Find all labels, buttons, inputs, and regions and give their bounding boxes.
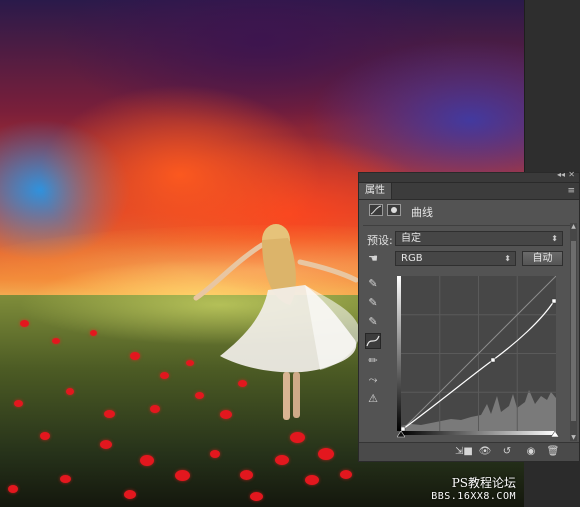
panel-scrollbar[interactable]: ▲ ▼: [570, 223, 577, 441]
curve-point: [490, 357, 496, 363]
black-point-slider[interactable]: [397, 431, 405, 438]
collapse-icon[interactable]: ◂◂: [557, 170, 565, 179]
visibility-eye-icon[interactable]: ◉: [523, 445, 539, 459]
input-gradient-bar: [401, 431, 556, 435]
panel-tab-bar: 属性 ≡: [359, 183, 579, 200]
panel-title-strip[interactable]: ◂◂ ✕: [359, 170, 579, 183]
reset-icon[interactable]: ↺: [499, 445, 515, 459]
workspace-background: [524, 0, 580, 172]
preset-select[interactable]: 自定 ⬍: [395, 231, 563, 246]
channel-value: RGB: [401, 253, 423, 264]
layer-mask-icon[interactable]: [387, 204, 401, 216]
scroll-up-icon[interactable]: ▲: [570, 223, 577, 230]
curve-grid[interactable]: [400, 275, 557, 432]
curves-adjustment-icon[interactable]: [369, 204, 383, 216]
chevron-updown-icon: ⬍: [504, 254, 511, 263]
on-image-adjust-hand-icon[interactable]: ☚: [365, 251, 381, 267]
preset-label: 预设:: [367, 234, 393, 247]
divider: [363, 225, 575, 226]
pencil-draw-icon[interactable]: ✏: [365, 353, 381, 369]
clipping-warning-icon[interactable]: ⚠: [365, 391, 381, 407]
panel-menu-icon[interactable]: ≡: [567, 186, 575, 196]
watermark: PS教程论坛 BBS.16XX8.COM: [431, 477, 516, 503]
edit-points-curve-icon[interactable]: [365, 333, 381, 349]
white-point-slider[interactable]: [551, 431, 559, 438]
preset-value: 自定: [401, 233, 421, 244]
channel-select[interactable]: RGB ⬍: [395, 251, 516, 266]
properties-panel: ◂◂ ✕ 属性 ≡ 曲线 预设: 自定 ⬍ ☚ RGB ⬍ 自动 ✎ ✎ ✎ ✏…: [358, 170, 580, 462]
trash-icon[interactable]: 🗑: [545, 445, 561, 459]
scroll-down-icon[interactable]: ▼: [570, 434, 577, 441]
eyedropper-white-icon[interactable]: ✎: [365, 314, 381, 330]
adjustment-header: 曲线: [359, 200, 579, 222]
scrollbar-thumb[interactable]: [571, 241, 576, 421]
auto-button[interactable]: 自动: [522, 251, 563, 266]
curve-graph[interactable]: [397, 275, 559, 438]
curve-plot: [400, 275, 557, 432]
watermark-line1: PS教程论坛: [451, 476, 516, 490]
smooth-curve-icon[interactable]: ⤳: [365, 372, 381, 388]
view-previous-state-icon[interactable]: 👁: [477, 445, 493, 459]
watermark-line2: BBS.16XX8.COM: [431, 491, 516, 502]
chevron-updown-icon: ⬍: [551, 234, 558, 243]
panel-footer: ⇲■ 👁 ↺ ◉ 🗑: [359, 442, 579, 461]
clip-to-layer-icon[interactable]: ⇲■: [455, 445, 473, 459]
curve-point: [551, 298, 557, 304]
close-icon[interactable]: ✕: [568, 170, 575, 179]
eyedropper-gray-icon[interactable]: ✎: [365, 295, 381, 311]
tab-properties[interactable]: 属性: [359, 183, 392, 199]
adjustment-title: 曲线: [411, 206, 433, 219]
eyedropper-black-icon[interactable]: ✎: [365, 276, 381, 292]
